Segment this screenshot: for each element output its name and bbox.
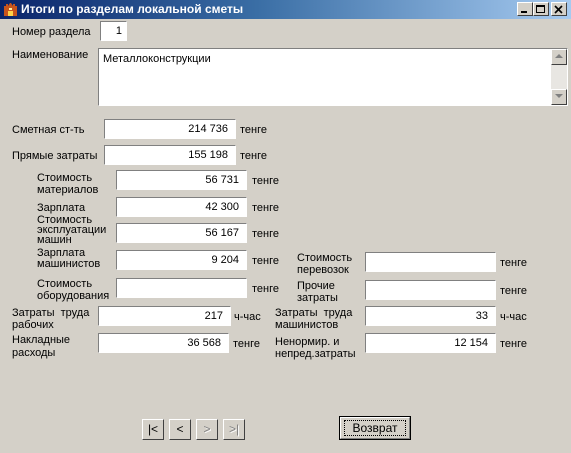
- close-button[interactable]: [551, 2, 567, 16]
- maximize-icon: [536, 5, 545, 13]
- scroll-down-button[interactable]: [551, 89, 567, 105]
- machine-cost-label: Стоимость эксплуатации машин: [37, 214, 107, 246]
- name-value: Металлоконструкции: [103, 53, 211, 65]
- other-costs-field[interactable]: [365, 280, 496, 300]
- machinist-salary-label: Зарплата машинистов: [37, 247, 101, 270]
- direct-costs-field[interactable]: 155 198: [104, 145, 236, 165]
- machinist-salary-field[interactable]: 9 204: [116, 250, 247, 270]
- transport-cost-field[interactable]: [365, 252, 496, 272]
- name-scrollbar[interactable]: [551, 49, 567, 105]
- direct-costs-unit: тенге: [240, 150, 267, 162]
- nav-next-button[interactable]: >: [196, 419, 218, 440]
- transport-cost-unit: тенге: [500, 257, 527, 269]
- materials-cost-label: Стоимость материалов: [37, 172, 99, 196]
- machine-cost-unit: тенге: [252, 228, 279, 240]
- direct-costs-label: Прямые затраты: [12, 150, 98, 162]
- worker-labor-unit: ч-час: [234, 311, 261, 323]
- window-title: Итоги по разделам локальной сметы: [21, 2, 244, 16]
- overhead-label: Накладные расходы: [12, 334, 71, 359]
- transport-cost-label: Стоимость перевозок: [297, 252, 353, 276]
- castle-icon[interactable]: [3, 2, 18, 17]
- unforeseen-field[interactable]: 12 154: [365, 333, 496, 353]
- unforeseen-unit: тенге: [500, 338, 527, 350]
- focus-rect: [344, 420, 406, 436]
- machinist-labor-field[interactable]: 33: [365, 306, 496, 326]
- equipment-cost-label: Стоимость оборудования: [37, 278, 110, 302]
- estimated-cost-field[interactable]: 214 736: [104, 119, 236, 139]
- salary-field[interactable]: 42 300: [116, 197, 247, 217]
- title-bar[interactable]: Итоги по разделам локальной сметы: [0, 0, 571, 19]
- nav-last-button[interactable]: >|: [223, 419, 245, 440]
- machinist-labor-label: Затраты труда машинистов: [275, 307, 353, 331]
- scroll-up-button[interactable]: [551, 49, 567, 65]
- machinist-salary-unit: тенге: [252, 255, 279, 267]
- estimated-cost-unit: тенге: [240, 124, 267, 136]
- name-memo[interactable]: Металлоконструкции: [98, 48, 568, 106]
- overhead-field[interactable]: 36 568: [98, 333, 229, 353]
- machinist-labor-unit: ч-час: [500, 311, 527, 323]
- summary-window: Итоги по разделам локальной сметы Номер …: [0, 0, 571, 453]
- salary-unit: тенге: [252, 202, 279, 214]
- estimated-cost-label: Сметная ст-ть: [12, 124, 85, 136]
- salary-label: Зарплата: [37, 202, 86, 214]
- materials-cost-field[interactable]: 56 731: [116, 170, 247, 190]
- equipment-cost-unit: тенге: [252, 283, 279, 295]
- equipment-cost-field[interactable]: [116, 278, 247, 298]
- minimize-icon: [521, 11, 527, 13]
- unforeseen-label: Ненормир. и непред.затраты: [275, 336, 356, 360]
- close-icon: [554, 5, 563, 14]
- minimize-button[interactable]: [517, 2, 533, 16]
- overhead-unit: тенге: [233, 338, 260, 350]
- other-costs-unit: тенге: [500, 285, 527, 297]
- nav-first-button[interactable]: |<: [142, 419, 164, 440]
- worker-labor-field[interactable]: 217: [98, 306, 231, 326]
- materials-cost-unit: тенге: [252, 175, 279, 187]
- name-label: Наименование: [12, 49, 89, 61]
- other-costs-label: Прочие затраты: [297, 280, 338, 304]
- arrow-down-icon: [555, 94, 563, 98]
- machine-cost-field[interactable]: 56 167: [116, 223, 247, 243]
- section-number-field[interactable]: 1: [100, 21, 127, 41]
- maximize-button[interactable]: [533, 2, 549, 16]
- nav-prev-button[interactable]: <: [169, 419, 191, 440]
- worker-labor-label: Затраты труда рабочих: [12, 307, 90, 331]
- back-button[interactable]: Возврат: [339, 416, 411, 440]
- arrow-up-icon: [555, 54, 563, 58]
- section-number-label: Номер раздела: [12, 26, 91, 38]
